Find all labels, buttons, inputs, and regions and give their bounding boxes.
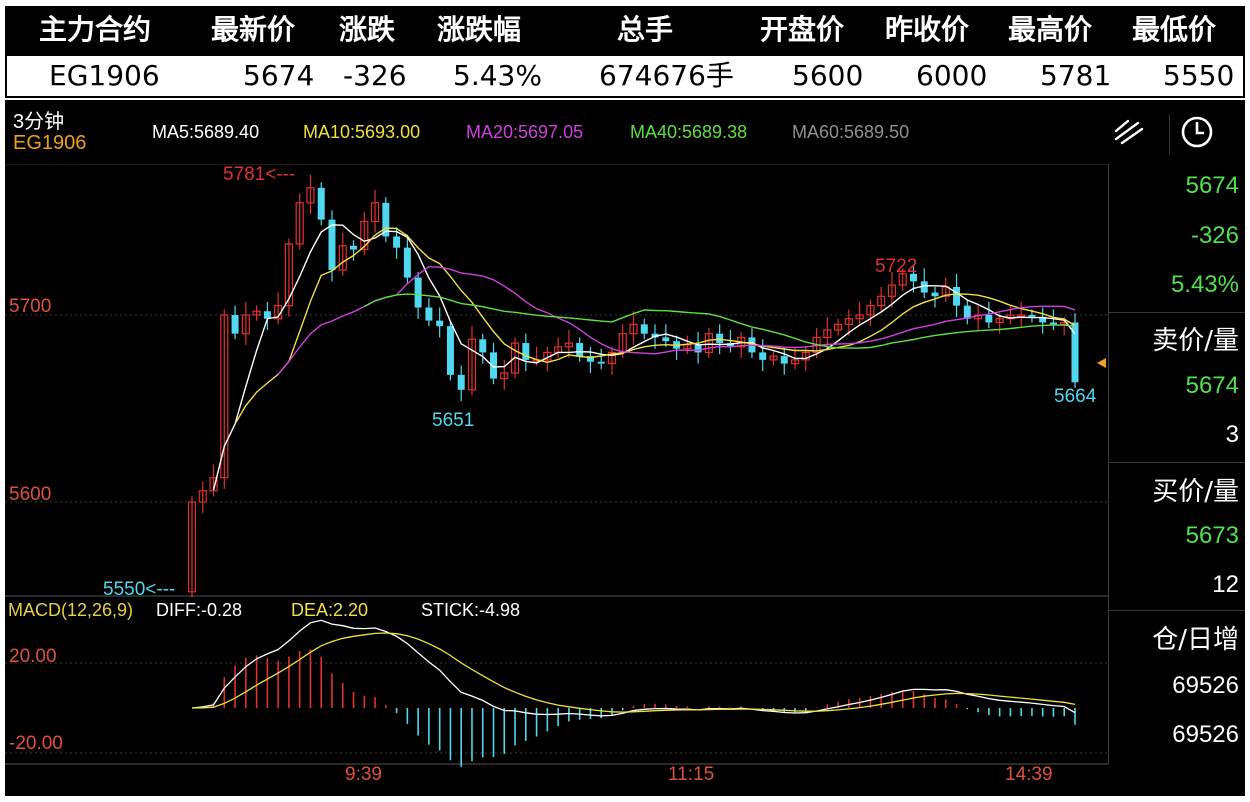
header-open: 开盘价: [760, 13, 845, 46]
last-price-annotation: 5664: [1054, 386, 1097, 407]
side-price: 5674: [1185, 172, 1239, 199]
macd-lines: [191, 619, 1076, 717]
high-annotation: 5781<---: [223, 164, 295, 185]
open-interest-value: 69526: [1172, 672, 1239, 699]
candle-body: [597, 361, 605, 364]
macd-histogram: [201, 649, 1076, 767]
ma5-label: MA5:5689.40: [152, 122, 260, 142]
header-change: 涨跌: [339, 13, 396, 46]
candle-body: [780, 356, 788, 364]
candle-body: [931, 292, 939, 297]
header-contract: 主力合约: [39, 13, 152, 46]
candlestick-series: [187, 174, 1079, 598]
local-low-annotation: 5651: [432, 410, 474, 431]
candle-body: [953, 286, 961, 306]
candle-body: [317, 187, 325, 220]
header-low: 最低价: [1132, 13, 1217, 46]
candle-body: [350, 245, 358, 250]
ma60-label: MA60:5689.50: [792, 122, 910, 142]
candle-body: [576, 343, 584, 357]
open-interest-label: 仓/日增: [1152, 625, 1239, 655]
local-high-annotation: 5722: [875, 256, 917, 277]
ma20-label: MA20:5697.05: [466, 122, 584, 142]
ask-label: 卖价/量: [1152, 326, 1239, 356]
macd-axis-label-neg20: -20.00: [9, 733, 63, 754]
candle-body: [640, 324, 648, 334]
candle-body: [436, 320, 444, 327]
macd-diff: DIFF:-0.28: [156, 600, 243, 620]
clock-icon[interactable]: [1177, 114, 1217, 150]
period-label[interactable]: 3分钟: [13, 105, 64, 134]
bid-price: 5673: [1185, 522, 1239, 549]
ask-price: 5674: [1185, 372, 1239, 399]
side-panel: 5674 -326 5.43% 卖价/量 5674 3 买价/量 5673 12…: [1108, 164, 1245, 764]
candle-body: [479, 339, 487, 353]
candle-body: [694, 344, 702, 353]
header-last-price: 最新价: [211, 13, 296, 46]
price-axis-label-5700: 5700: [9, 296, 51, 317]
candle-body: [425, 307, 433, 321]
macd-axis-label-20: 20.00: [9, 646, 57, 667]
quote-header-row: 主力合约 最新价 涨跌 涨跌幅 总手 开盘价 昨收价 最高价 最低价: [5, 6, 1245, 54]
side-change: -326: [1190, 222, 1239, 249]
plot-area[interactable]: 5700 5600 5781<--- 5550<--- 5722 5651 56…: [5, 164, 1108, 796]
bid-label: 买价/量: [1152, 477, 1239, 507]
header-high: 最高价: [1008, 13, 1093, 46]
header-prev-close: 昨收价: [885, 13, 970, 46]
candle-body: [985, 315, 993, 323]
chart-toolbar: 3分钟 EG1906 MA5:5689.40 MA10:5693.00 MA20…: [5, 100, 1245, 164]
toolbar-divider: [1169, 114, 1170, 154]
value-change: -326: [343, 59, 407, 92]
candle-body: [403, 247, 411, 278]
ask-volume: 3: [1225, 421, 1239, 448]
macd-dea: DEA:2.20: [291, 600, 369, 620]
value-open: 5600: [792, 59, 864, 92]
value-volume: 674676手: [599, 59, 734, 92]
value-contract: EG1906: [49, 59, 160, 92]
time-label-1115: 11:15: [668, 764, 715, 785]
candle-body: [759, 352, 767, 360]
open-interest-change: 69526: [1172, 721, 1239, 748]
low-annotation: 5550<---: [103, 579, 175, 600]
candle-body: [662, 337, 670, 342]
macd-dea-line: [191, 632, 1076, 713]
ma10-label: MA10:5693.00: [303, 122, 421, 142]
candle-body: [446, 326, 454, 375]
time-label-939: 9:39: [345, 764, 382, 785]
candle-body: [393, 236, 401, 248]
last-price-marker: [1097, 358, 1106, 368]
symbol-label: EG1906: [13, 132, 87, 154]
price-axis-label-5600: 5600: [9, 484, 51, 505]
candle-body: [716, 333, 724, 344]
ma40-label: MA40:5689.38: [630, 122, 748, 142]
quote-values-row[interactable]: EG1906 5674 -326 5.43% 674676手 5600 6000…: [5, 54, 1245, 98]
candle-body: [1028, 315, 1036, 317]
value-high: 5781: [1040, 59, 1112, 92]
macd-diff-line: [191, 619, 1076, 717]
candle-body: [231, 315, 239, 334]
value-change-pct: 5.43%: [453, 59, 542, 92]
value-last-price: 5674: [243, 59, 315, 92]
candle-body: [414, 277, 422, 308]
kline-chart[interactable]: 3分钟 EG1906 MA5:5689.40 MA10:5693.00 MA20…: [5, 100, 1245, 796]
bid-volume: 12: [1212, 571, 1239, 598]
draw-line-icon[interactable]: [1109, 114, 1149, 150]
candle-body: [457, 374, 465, 390]
macd-stick: STICK:-4.98: [421, 600, 521, 620]
macd-title: MACD(12,26,9): [8, 600, 134, 620]
header-volume: 总手: [617, 13, 674, 46]
value-prev-close: 6000: [916, 59, 988, 92]
time-label-1439: 14:39: [1005, 764, 1053, 785]
header-change-pct: 涨跌幅: [437, 13, 522, 46]
candle-body: [1049, 322, 1057, 325]
side-change-pct: 5.43%: [1170, 271, 1239, 298]
value-low: 5550: [1163, 59, 1235, 92]
